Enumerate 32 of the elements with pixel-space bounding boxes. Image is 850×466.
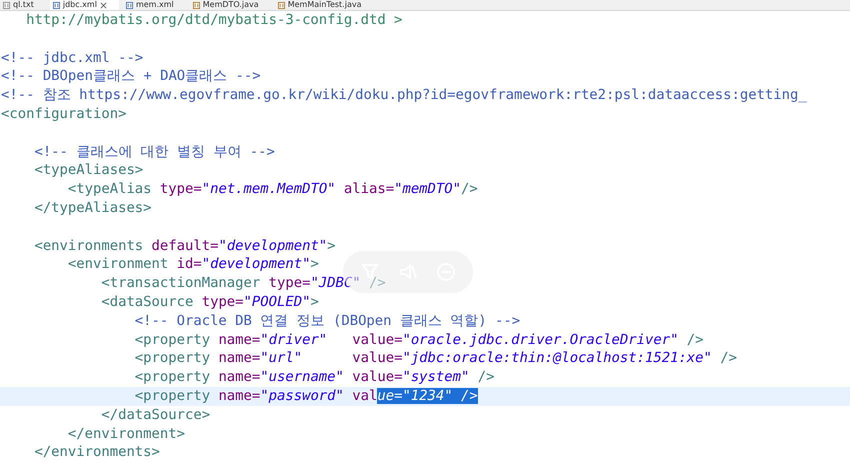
file-icon <box>278 2 285 8</box>
editor-tab[interactable]: ql.txt <box>0 0 46 10</box>
editor-tab[interactable]: mem.xml <box>122 0 186 10</box>
code-line: <typeAlias type="net.mem.MemDTO" alias="memDTO"/> <box>66 180 478 199</box>
code-line: <property name="driver" value="oracle.jdbc.driver.OracleDriver" /> <box>134 330 704 350</box>
code-line: <environments default="development"> <box>33 236 336 256</box>
code-line: <property name="password" value="1234" /> <box>134 386 478 406</box>
editor-tab[interactable]: MemDTO.java <box>190 0 271 10</box>
code-line: <typeAliases> <box>33 161 144 180</box>
code-line: <!-- Oracle DB 연결 정보 (DBOpen 클래스 역할) --> <box>134 312 520 331</box>
code-line: <dataSource type="POOLED"> <box>100 292 319 312</box>
code-line: <environment id="development"> <box>66 255 319 274</box>
code-line: <property name="username" value="system" /> <box>134 368 494 387</box>
code-line: </dataSource> <box>100 406 210 425</box>
editor-tab[interactable]: MemMainTest.java <box>274 0 374 10</box>
editor-tab[interactable]: jdbc.xml <box>50 0 119 10</box>
code-line: <!-- 참조 https://www.egovframe.go.kr/wiki/doku.php?id=egovframework:rte2:psl:dataaccess:getting_ <box>0 86 807 105</box>
code-line: <!-- jdbc.xml --> <box>0 48 144 68</box>
file-icon <box>3 2 10 8</box>
code-line: </environments> <box>33 443 160 462</box>
code-line: <!-- 클래스에 대한 별칭 부여 --> <box>33 142 275 162</box>
code-line: <configuration> <box>0 104 126 124</box>
code-line: <transactionManager type="JDBC" /> <box>100 274 386 293</box>
code-line: <property name="url" value="jdbc:oracle:thin:@localhost:1521:xe" /> <box>134 349 737 368</box>
code-line: <!-- DBOpen클래스 + DAO클래스 --> <box>0 67 261 86</box>
code-line: </typeAliases> <box>33 198 152 218</box>
code-line: http://mybatis.org/dtd/mybatis-3-config.dtd > <box>25 11 402 30</box>
file-icon <box>192 2 200 8</box>
code-line: </environment> <box>66 424 185 444</box>
file-icon <box>126 2 133 8</box>
close-icon[interactable] <box>100 2 107 8</box>
file-icon <box>52 2 60 8</box>
